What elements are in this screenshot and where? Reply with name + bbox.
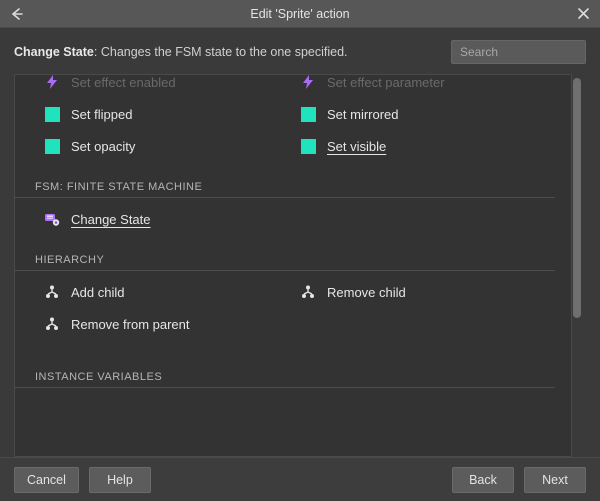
action-set-effect-parameter[interactable]: Set effect parameter (299, 74, 555, 95)
action-set-visible[interactable]: Set visible (299, 133, 555, 159)
hierarchy-icon (43, 315, 61, 333)
action-description: Change State: Changes the FSM state to t… (14, 44, 443, 60)
action-change-state[interactable]: Change State (43, 206, 299, 232)
action-set-flipped[interactable]: Set flipped (43, 101, 299, 127)
hierarchy-icon (299, 283, 317, 301)
appearance-group-partial: Set effect enabled Set effect parameter … (15, 74, 571, 163)
search-input[interactable] (451, 40, 586, 64)
back-arrow-button[interactable] (0, 0, 34, 27)
effect-icon (43, 74, 61, 91)
action-remove-child[interactable]: Remove child (299, 279, 555, 305)
cancel-button[interactable]: Cancel (14, 467, 79, 493)
action-add-child[interactable]: Add child (43, 279, 299, 305)
appearance-icon (299, 137, 317, 155)
action-set-mirrored[interactable]: Set mirrored (299, 101, 555, 127)
appearance-icon (299, 105, 317, 123)
appearance-icon (43, 137, 61, 155)
fsm-group: Change State (15, 206, 571, 236)
action-remove-from-parent[interactable]: Remove from parent (43, 311, 299, 337)
titlebar: Edit 'Sprite' action (0, 0, 600, 28)
action-list-panel: Set effect enabled Set effect parameter … (14, 74, 572, 457)
scrollbar-track[interactable] (581, 74, 591, 457)
hierarchy-icon (43, 283, 61, 301)
content-area: Set effect enabled Set effect parameter … (0, 74, 600, 457)
action-set-effect-enabled[interactable]: Set effect enabled (43, 74, 299, 95)
section-hierarchy-title: HIERARCHY (15, 236, 555, 271)
back-arrow-icon (9, 6, 25, 22)
dialog-title: Edit 'Sprite' action (34, 7, 566, 21)
close-button[interactable] (566, 0, 600, 27)
action-description-name: Change State (14, 45, 94, 59)
help-button[interactable]: Help (89, 467, 151, 493)
dialog-header: Change State: Changes the FSM state to t… (0, 28, 600, 74)
section-fsm-title: FSM: FINITE STATE MACHINE (15, 163, 555, 198)
appearance-icon (43, 105, 61, 123)
dialog-footer: Cancel Help Back Next (0, 457, 600, 501)
hierarchy-group: Add child Remove child Remove from paren… (15, 279, 571, 341)
action-set-opacity[interactable]: Set opacity (43, 133, 299, 159)
next-button[interactable]: Next (524, 467, 586, 493)
dialog-window: Edit 'Sprite' action Change State: Chang… (0, 0, 600, 501)
back-button[interactable]: Back (452, 467, 514, 493)
effect-icon (299, 74, 317, 91)
section-instance-variables-title: INSTANCE VARIABLES (15, 353, 555, 388)
fsm-icon (43, 210, 61, 228)
scrollbar-thumb[interactable] (573, 78, 581, 318)
close-icon (577, 7, 590, 20)
action-description-text: : Changes the FSM state to the one speci… (94, 45, 348, 59)
